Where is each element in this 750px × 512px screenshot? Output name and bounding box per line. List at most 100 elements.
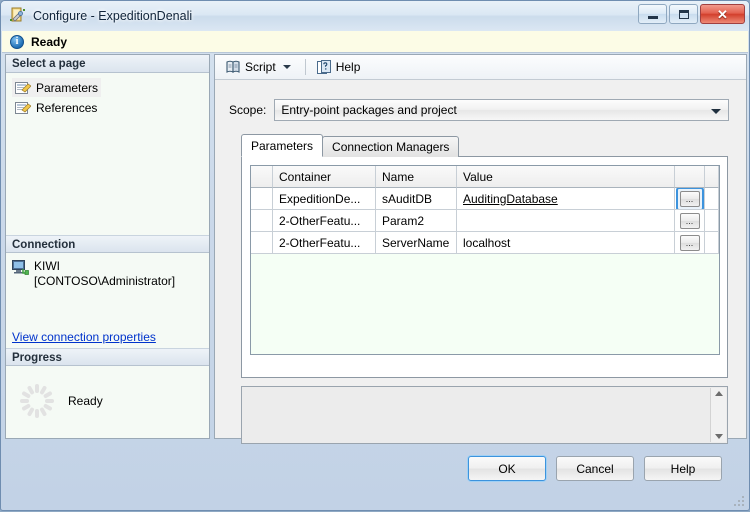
page-icon bbox=[15, 81, 32, 95]
connection-header: Connection bbox=[6, 235, 209, 253]
tab-panel-parameters: Container Name Value ExpeditionDe... sAu… bbox=[241, 156, 728, 378]
value-browse-button[interactable]: ... bbox=[679, 212, 700, 229]
cell-container[interactable]: 2-OtherFeatu... bbox=[273, 232, 376, 254]
connection-server: KIWI bbox=[34, 259, 60, 273]
cell-filler bbox=[705, 210, 719, 232]
sidebar-item-parameters[interactable]: Parameters bbox=[12, 78, 102, 97]
sidebar: Select a page Parameters References Conn… bbox=[5, 54, 210, 439]
scroll-up-arrow-icon[interactable] bbox=[714, 391, 723, 396]
connection-section: KIWI [CONTOSO\Administrator] View connec… bbox=[6, 253, 209, 348]
cell-value[interactable]: localhost bbox=[457, 232, 675, 254]
scope-dropdown[interactable]: Entry-point packages and project bbox=[274, 99, 730, 121]
grid-header-button bbox=[675, 166, 705, 188]
help-label: Help bbox=[335, 60, 361, 74]
connection-text: KIWI [CONTOSO\Administrator] bbox=[34, 259, 175, 289]
help-button-footer[interactable]: Help bbox=[644, 456, 722, 481]
title-bar[interactable]: Configure - ExpeditionDenali ✕ bbox=[1, 1, 749, 31]
cell-value[interactable]: AuditingDatabase bbox=[457, 188, 675, 210]
chevron-down-icon bbox=[711, 109, 722, 114]
maximize-icon bbox=[678, 9, 689, 19]
caption-button-group: ✕ bbox=[638, 4, 745, 24]
grid-header-filler bbox=[705, 166, 719, 188]
grid-header-container[interactable]: Container bbox=[273, 166, 376, 188]
scroll-down-arrow-icon[interactable] bbox=[714, 434, 723, 439]
chevron-down-icon[interactable] bbox=[282, 65, 291, 69]
grid-empty-area[interactable] bbox=[251, 254, 719, 354]
value-browse-button[interactable]: ... bbox=[679, 190, 700, 207]
value-browse-button[interactable]: ... bbox=[679, 234, 700, 251]
close-button[interactable]: ✕ bbox=[700, 4, 745, 24]
toolbar: Script Help bbox=[215, 55, 746, 80]
spinner-icon bbox=[20, 384, 54, 418]
script-button[interactable]: Script bbox=[221, 57, 298, 77]
tab-parameters[interactable]: Parameters bbox=[241, 134, 324, 157]
ellipsis-focus-ring: ... bbox=[675, 188, 704, 209]
connection-user: [CONTOSO\Administrator] bbox=[34, 274, 176, 288]
cell-container[interactable]: 2-OtherFeatu... bbox=[273, 210, 376, 232]
ellipsis-focus-ring: ... bbox=[676, 232, 704, 253]
sidebar-item-label: References bbox=[36, 100, 98, 115]
connection-info: KIWI [CONTOSO\Administrator] bbox=[12, 257, 203, 289]
dialog-footer: OK Cancel Help bbox=[1, 444, 750, 512]
cell-name[interactable]: Param2 bbox=[376, 210, 457, 232]
status-info-bar: i Ready bbox=[2, 31, 748, 53]
ok-button[interactable]: OK bbox=[468, 456, 546, 481]
cell-container[interactable]: ExpeditionDe... bbox=[273, 188, 376, 210]
view-connection-properties-link[interactable]: View connection properties bbox=[12, 330, 156, 344]
cell-value[interactable] bbox=[457, 210, 675, 232]
minimize-icon bbox=[647, 15, 658, 19]
maximize-button[interactable] bbox=[669, 4, 698, 24]
help-icon bbox=[316, 59, 332, 75]
grid-header-row: Container Name Value bbox=[251, 166, 719, 188]
row-selector[interactable] bbox=[251, 210, 273, 232]
cell-filler bbox=[705, 232, 719, 254]
row-selector[interactable] bbox=[251, 188, 273, 210]
row-selector[interactable] bbox=[251, 232, 273, 254]
script-icon bbox=[225, 60, 241, 75]
info-icon: i bbox=[10, 34, 24, 49]
tab-connection-managers[interactable]: Connection Managers bbox=[322, 136, 460, 157]
sidebar-item-label: Parameters bbox=[36, 80, 99, 95]
ellipsis-focus-ring: ... bbox=[676, 210, 704, 231]
select-a-page-header: Select a page bbox=[6, 55, 209, 73]
configure-wizard-icon bbox=[9, 7, 27, 25]
scope-selected-value: Entry-point packages and project bbox=[281, 103, 457, 117]
minimize-button[interactable] bbox=[638, 4, 667, 24]
cell-ellipsis: ... bbox=[675, 188, 705, 210]
server-icon bbox=[12, 260, 29, 275]
tab-strip: Parameters Connection Managers bbox=[241, 134, 460, 157]
window-title: Configure - ExpeditionDenali bbox=[33, 9, 193, 23]
cell-value-text: AuditingDatabase bbox=[463, 191, 558, 206]
cancel-button[interactable]: Cancel bbox=[556, 456, 634, 481]
cell-value-text: localhost bbox=[463, 235, 511, 250]
cell-filler bbox=[705, 188, 719, 210]
progress-section: Ready bbox=[6, 366, 209, 438]
table-row[interactable]: 2-OtherFeatu... Param2 ... bbox=[251, 210, 719, 232]
page-icon bbox=[15, 101, 32, 115]
cell-name[interactable]: sAuditDB bbox=[376, 188, 457, 210]
cell-name[interactable]: ServerName bbox=[376, 232, 457, 254]
client-area: Select a page Parameters References Conn… bbox=[5, 54, 747, 444]
dialog-window: Configure - ExpeditionDenali ✕ i Ready S… bbox=[0, 0, 750, 511]
resize-grip[interactable] bbox=[734, 496, 746, 508]
scope-row: Scope: Entry-point packages and project bbox=[229, 99, 730, 121]
sidebar-item-references[interactable]: References bbox=[12, 98, 100, 117]
table-row[interactable]: ExpeditionDe... sAuditDB AuditingDatabas… bbox=[251, 188, 719, 210]
grid-header-name[interactable]: Name bbox=[376, 166, 457, 188]
toolbar-separator bbox=[304, 59, 306, 75]
description-scrollbar[interactable] bbox=[710, 388, 726, 442]
page-list: Parameters References bbox=[6, 73, 209, 235]
info-bar-text: Ready bbox=[31, 34, 68, 49]
grid-header-value[interactable]: Value bbox=[457, 166, 675, 188]
progress-header: Progress bbox=[6, 348, 209, 366]
parameters-grid[interactable]: Container Name Value ExpeditionDe... sAu… bbox=[250, 165, 720, 355]
close-icon: ✕ bbox=[717, 6, 728, 22]
content-pane: Script Help Scope: Entry-point packages … bbox=[214, 54, 747, 444]
cell-ellipsis: ... bbox=[675, 210, 705, 232]
scope-label: Scope: bbox=[229, 103, 267, 117]
help-button[interactable]: Help bbox=[313, 57, 365, 77]
table-row[interactable]: 2-OtherFeatu... ServerName localhost ... bbox=[251, 232, 719, 254]
grid-header-select bbox=[251, 166, 273, 188]
script-label: Script bbox=[245, 60, 276, 74]
progress-status-label: Ready bbox=[68, 394, 103, 408]
